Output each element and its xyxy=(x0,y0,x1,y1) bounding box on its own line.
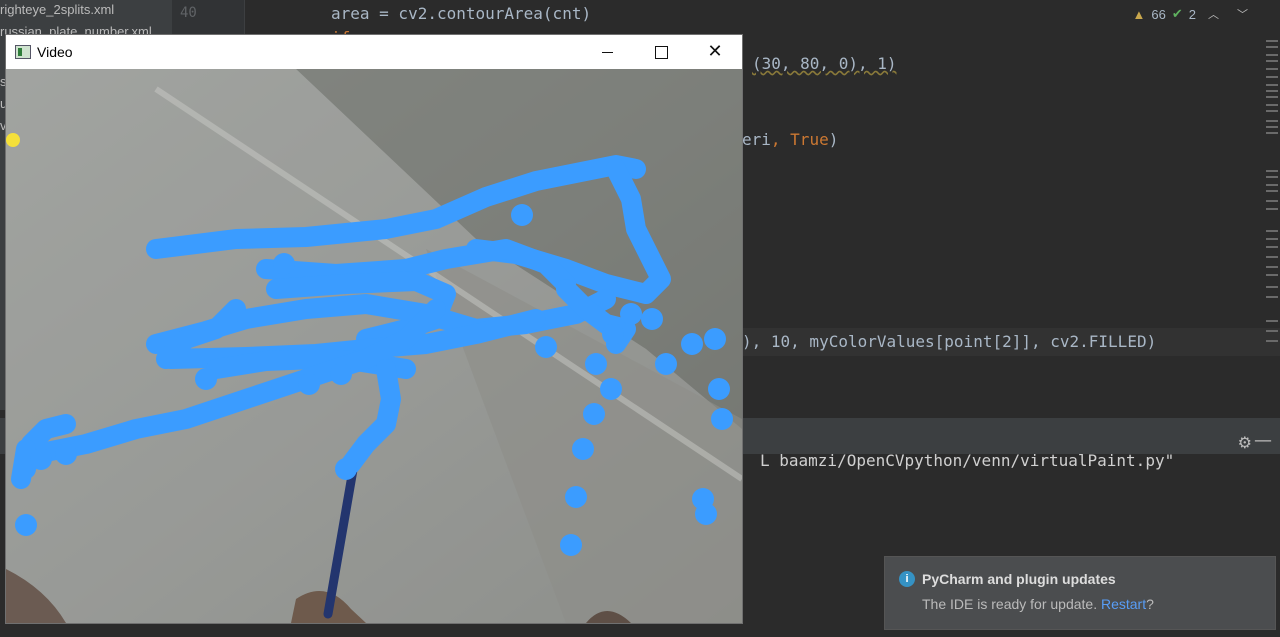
paint-dot xyxy=(298,373,320,395)
paint-dot xyxy=(641,308,663,330)
chevron-up-icon[interactable]: ︿ xyxy=(1202,6,1225,22)
paint-dot xyxy=(560,534,582,556)
warning-icon: ▲ xyxy=(1132,6,1146,22)
paint-dot xyxy=(585,353,607,375)
paint-dot xyxy=(565,486,587,508)
maximize-button[interactable] xyxy=(634,35,688,69)
close-button[interactable]: ✕ xyxy=(688,35,742,69)
paint-dot xyxy=(15,514,37,536)
paint-dot xyxy=(711,408,733,430)
notification-body: The IDE is ready for update. Restart? xyxy=(922,596,1154,612)
paint-dot xyxy=(708,378,730,400)
update-notification[interactable]: i PyCharm and plugin updates The IDE is … xyxy=(884,556,1276,630)
paint-dot xyxy=(602,323,624,345)
chevron-down-icon[interactable]: ﹀ xyxy=(1231,6,1254,22)
paint-dot xyxy=(335,458,357,480)
code-line: (30, 80, 0), 1) xyxy=(752,54,897,73)
check-icon: ✔ xyxy=(1171,6,1183,21)
paint-dot xyxy=(30,448,52,470)
code-line: eri, True) xyxy=(742,130,839,149)
paint-dot xyxy=(583,403,605,425)
minimize-panel-icon[interactable]: — xyxy=(1254,430,1272,451)
paint-dot xyxy=(195,368,217,390)
paint-dot xyxy=(511,204,533,226)
paint-dot xyxy=(695,503,717,525)
inspection-widget[interactable]: ▲ 66 ✔ 2 ︿ ﹀ xyxy=(1133,6,1254,22)
paint-dot xyxy=(273,253,295,275)
paint-dot xyxy=(330,363,352,385)
minimize-button[interactable] xyxy=(580,35,634,69)
file-item[interactable]: righteye_2splits.xml xyxy=(0,2,114,17)
code-line: ), 10, myColorValues[point[2]], cv2.FILL… xyxy=(742,332,1157,351)
paint-dot xyxy=(572,438,594,460)
warning-count: 66 xyxy=(1151,6,1166,22)
gear-icon[interactable]: ⚙ xyxy=(1238,433,1252,452)
paint-stroke xyxy=(11,439,36,489)
paint-stroke xyxy=(146,155,646,259)
app-icon xyxy=(15,45,31,59)
paint-dot xyxy=(681,333,703,355)
paint-dot xyxy=(55,443,77,465)
scrollbar-markers[interactable] xyxy=(1264,40,1280,360)
run-output-line: L baamzi/OpenCVpython/venn/virtualPaint.… xyxy=(760,451,1175,470)
info-icon: i xyxy=(899,571,915,587)
paint-dot xyxy=(655,353,677,375)
notification-title: PyCharm and plugin updates xyxy=(922,571,1116,587)
cursor-indicator xyxy=(6,133,20,147)
paint-dot xyxy=(600,378,622,400)
line-number: 40 xyxy=(180,5,197,21)
window-title-bar[interactable]: Video ✕ xyxy=(6,35,742,69)
paint-dot xyxy=(704,328,726,350)
window-title: Video xyxy=(37,44,73,60)
paint-stroke xyxy=(341,359,401,474)
video-frame xyxy=(6,69,742,623)
code-line: area = cv2.contourArea(cnt) xyxy=(331,4,592,23)
close-icon: ✕ xyxy=(707,41,723,62)
paint-dot xyxy=(620,303,642,325)
maximize-icon xyxy=(654,46,668,59)
check-count: 2 xyxy=(1188,6,1196,22)
video-window[interactable]: Video ✕ xyxy=(5,34,743,624)
restart-link[interactable]: Restart xyxy=(1101,596,1146,612)
paint-overlay xyxy=(11,155,733,556)
minimize-icon xyxy=(601,52,613,53)
paint-dot xyxy=(535,336,557,358)
